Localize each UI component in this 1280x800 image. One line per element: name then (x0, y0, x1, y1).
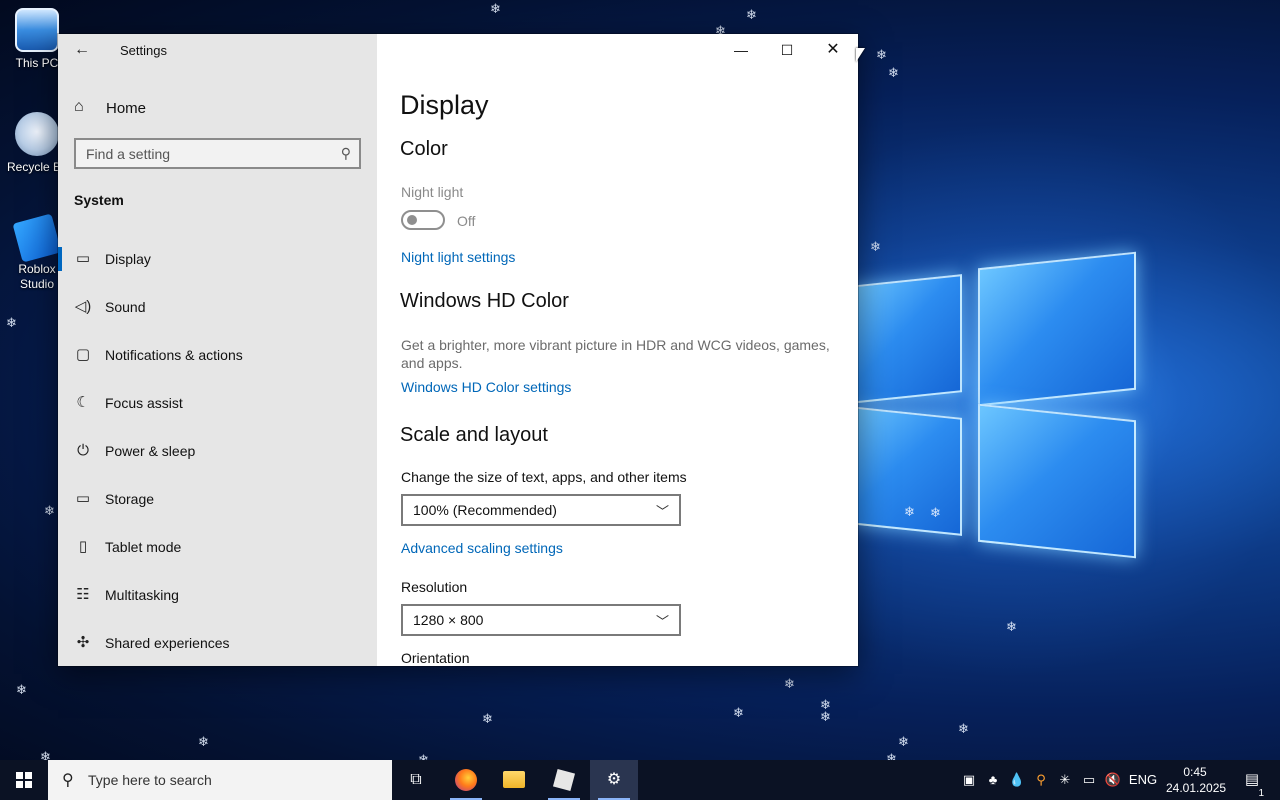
sidebar-item-label: Shared experiences (105, 635, 230, 651)
sidebar-item-label: Power & sleep (105, 443, 196, 459)
computer-icon (15, 8, 59, 52)
sidebar-item-label: Focus assist (105, 395, 183, 411)
settings-window: ← Settings ⌂ Home Find a setting ⚲ Syste… (58, 34, 858, 666)
shared-icon: ✣ (76, 634, 90, 651)
resolution-label: Resolution (401, 579, 468, 595)
back-button[interactable]: ← (70, 40, 94, 60)
night-light-label: Night light (401, 184, 464, 200)
windows-wallpaper-logo (710, 120, 1280, 680)
multitasking-icon: ☷ (76, 586, 90, 603)
roblox-icon[interactable] (540, 760, 588, 800)
tray-search-app-icon[interactable]: ⚲ (1030, 760, 1052, 800)
color-heading: Color (400, 138, 448, 160)
tray-drop-icon[interactable]: 💧 (1006, 760, 1028, 800)
home-icon: ⌂ (74, 98, 84, 115)
sidebar-item-storage[interactable]: ▭ Storage (58, 479, 377, 519)
firefox-icon[interactable] (442, 760, 490, 800)
tray-app-icon[interactable]: ♣ (982, 760, 1004, 800)
roblox-studio-icon (12, 213, 62, 263)
window-controls: — ☐ ✕ (718, 34, 858, 66)
sidebar-item-label: Multitasking (105, 587, 179, 603)
home-label: Home (106, 100, 147, 117)
night-light-toggle[interactable] (401, 210, 445, 230)
clock-date: 24.01.2025 (1166, 781, 1227, 795)
tray-snow-icon[interactable]: ✳ (1054, 760, 1076, 800)
recycle-bin-icon (15, 112, 59, 156)
hd-color-heading: Windows HD Color (400, 290, 569, 312)
mouse-cursor (856, 48, 865, 62)
sidebar-item-sound[interactable]: ◁) Sound (58, 287, 377, 327)
page-title: Display (400, 90, 489, 120)
night-light-state: Off (457, 213, 476, 229)
title-bar: ← Settings (58, 34, 377, 66)
sidebar-item-tablet-mode[interactable]: ▯ Tablet mode (58, 527, 377, 567)
maximize-button[interactable]: ☐ (764, 34, 810, 66)
scale-label: Change the size of text, apps, and other… (401, 469, 687, 485)
close-button[interactable]: ✕ (810, 34, 856, 66)
resolution-value: 1280 × 800 (413, 612, 484, 628)
network-icon[interactable]: ▭ (1078, 760, 1100, 800)
chevron-down-icon: ﹀ (655, 614, 669, 629)
section-label-system: System (74, 192, 124, 208)
speaker-icon: ◁) (74, 298, 92, 315)
taskbar: ⚲ Type here to search ⧉ ⚙ ▣ ♣ 💧 ⚲ ✳ ▭ 🔇 … (0, 760, 1280, 800)
sidebar-item-label: Tablet mode (105, 539, 182, 555)
tablet-icon: ▯ (78, 538, 88, 555)
home-nav-item[interactable]: ⌂ Home (58, 92, 377, 124)
search-placeholder: Find a setting (86, 146, 171, 162)
action-center-icon[interactable]: ▤ 1 (1232, 760, 1272, 800)
sidebar-item-label: Storage (105, 491, 155, 507)
language-indicator[interactable]: ENG (1126, 760, 1160, 800)
settings-sidebar: ← Settings ⌂ Home Find a setting ⚲ Syste… (58, 34, 377, 666)
settings-content: — ☐ ✕ Display Color Night light Off Nigh… (377, 34, 858, 666)
scale-layout-heading: Scale and layout (400, 424, 548, 446)
sidebar-item-display[interactable]: ▭ Display (58, 239, 377, 279)
find-setting-input[interactable]: Find a setting ⚲ (74, 138, 361, 169)
night-light-settings-link[interactable]: Night light settings (401, 249, 515, 265)
monitor-icon: ▭ (75, 250, 91, 267)
volume-muted-icon[interactable]: 🔇 (1102, 760, 1124, 800)
app-title: Settings (120, 43, 167, 58)
scale-value: 100% (Recommended) (413, 502, 557, 518)
search-icon: ⚲ (340, 145, 351, 161)
sidebar-item-shared-experiences[interactable]: ✣ Shared experiences (58, 623, 377, 663)
file-explorer-icon[interactable] (490, 760, 538, 800)
settings-icon[interactable]: ⚙ (590, 760, 638, 800)
sidebar-item-multitasking[interactable]: ☷ Multitasking (58, 575, 377, 615)
power-icon: ⏻ (77, 442, 89, 459)
sidebar-item-label: Display (105, 251, 151, 267)
active-indicator (58, 247, 62, 271)
clock[interactable]: 0:45 24.01.2025 (1166, 764, 1227, 796)
notification-icon: ▢ (75, 346, 91, 363)
orientation-label: Orientation (401, 650, 470, 666)
sidebar-item-power-sleep[interactable]: ⏻ Power & sleep (58, 431, 377, 471)
taskbar-search-placeholder: Type here to search (88, 772, 212, 788)
sidebar-item-label: Sound (105, 299, 146, 315)
start-button[interactable] (0, 760, 48, 800)
search-icon: ⚲ (62, 772, 74, 789)
storage-icon: ▭ (75, 490, 91, 507)
clock-time: 0:45 (1183, 765, 1207, 779)
scale-dropdown[interactable]: 100% (Recommended) ﹀ (401, 494, 681, 526)
task-view-icon[interactable]: ⧉ (392, 760, 440, 800)
windows-start-icon (16, 772, 32, 788)
sidebar-item-notifications[interactable]: ▢ Notifications & actions (58, 335, 377, 375)
moon-icon: ☾ (76, 394, 90, 411)
sidebar-item-label: Notifications & actions (105, 347, 243, 363)
hd-color-settings-link[interactable]: Windows HD Color settings (401, 379, 571, 395)
taskbar-search-box[interactable]: ⚲ Type here to search (48, 760, 392, 800)
minimize-button[interactable]: — (718, 34, 764, 66)
notification-count: 1 (1258, 788, 1264, 799)
hd-color-description: Get a brighter, more vibrant picture in … (401, 337, 830, 371)
sidebar-item-focus-assist[interactable]: ☾ Focus assist (58, 383, 377, 423)
advanced-scaling-link[interactable]: Advanced scaling settings (401, 540, 563, 556)
resolution-dropdown[interactable]: 1280 × 800 ﹀ (401, 604, 681, 636)
tray-app-icon[interactable]: ▣ (958, 760, 980, 800)
chevron-down-icon: ﹀ (655, 504, 669, 519)
toggle-knob (407, 215, 417, 225)
